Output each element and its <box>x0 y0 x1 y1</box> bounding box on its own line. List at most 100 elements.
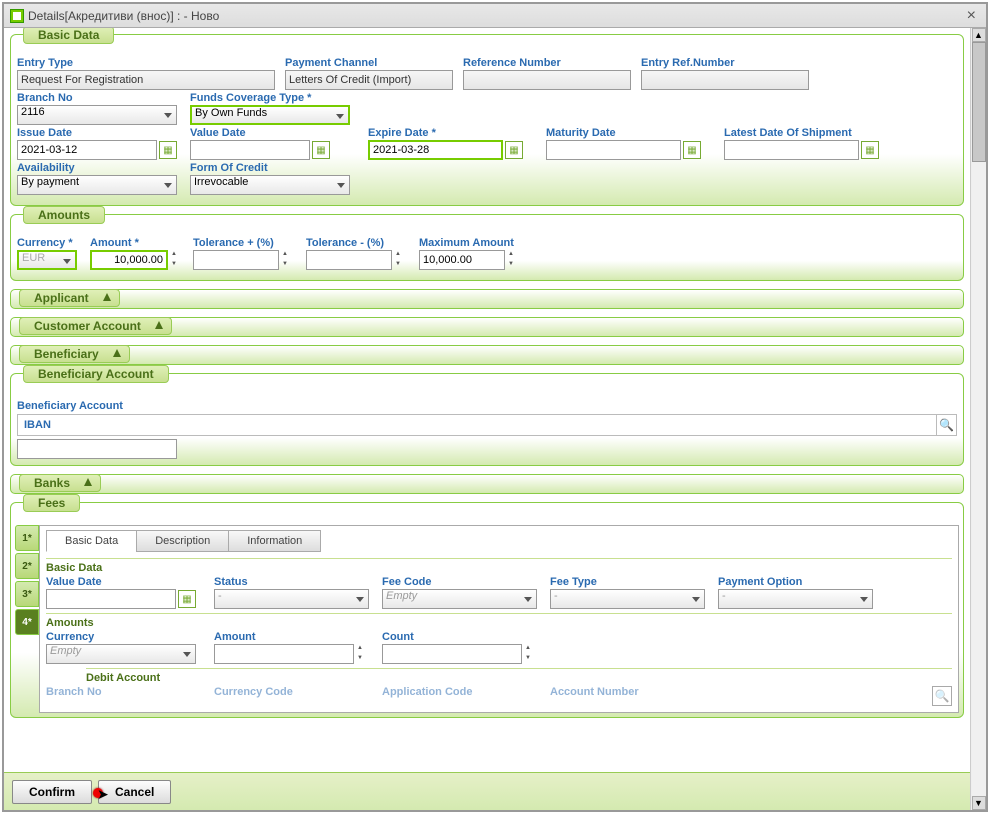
spinner[interactable]: ▲▼ <box>279 250 291 270</box>
fees-basic-hdr: Basic Data <box>46 558 952 574</box>
form-credit-label: Form Of Credit <box>190 162 360 174</box>
pay-opt-label: Payment Option <box>718 576 878 588</box>
fee-amt-input[interactable] <box>214 644 354 664</box>
close-icon[interactable]: × <box>963 7 980 25</box>
maturity-date-label: Maturity Date <box>546 127 716 139</box>
ship-date-input[interactable] <box>724 140 859 160</box>
amounts-fieldset: Amounts Currency * EUR Amount * ▲▼ Toler… <box>10 214 964 281</box>
scroll-thumb[interactable] <box>972 42 986 162</box>
beneficiary-strip[interactable]: Beneficiary <box>10 345 964 365</box>
footer-bar: Confirm Cancel <box>4 772 970 810</box>
amount-label: Amount * <box>90 237 185 249</box>
fee-curr-label: Currency <box>46 631 206 643</box>
ref-num-label: Reference Number <box>463 57 633 69</box>
calendar-icon[interactable]: ▦ <box>861 141 879 159</box>
iban-header-row: IBAN 🔍 <box>17 414 957 436</box>
calendar-icon[interactable]: ▦ <box>683 141 701 159</box>
funds-type-select[interactable]: By Own Funds <box>190 105 350 125</box>
window-title: Details[Акредитиви (внос)] : - Ново <box>28 9 219 23</box>
calendar-icon[interactable]: ▦ <box>312 141 330 159</box>
iban-label: IBAN <box>18 417 57 433</box>
tol-plus-label: Tolerance + (%) <box>193 237 298 249</box>
max-amt-input[interactable] <box>419 250 505 270</box>
benacct-fieldset: Beneficiary Account Beneficiary Account … <box>10 373 964 466</box>
fee-valdate-input[interactable] <box>46 589 176 609</box>
value-date-label: Value Date <box>190 127 360 139</box>
basic-data-legend: Basic Data <box>23 28 114 44</box>
tol-minus-input[interactable] <box>306 250 392 270</box>
fee-curr-select[interactable]: Empty <box>46 644 196 664</box>
expand-icon <box>84 478 92 486</box>
banks-strip[interactable]: Banks <box>10 474 964 494</box>
tol-minus-label: Tolerance - (%) <box>306 237 411 249</box>
custacct-legend: Customer Account <box>19 317 172 335</box>
spinner[interactable]: ▲▼ <box>392 250 404 270</box>
issue-date-label: Issue Date <box>17 127 182 139</box>
calendar-icon[interactable]: ▦ <box>178 590 196 608</box>
currency-label: Currency * <box>17 237 82 249</box>
value-date-input[interactable] <box>190 140 310 160</box>
fees-legend: Fees <box>23 494 80 512</box>
max-amt-label: Maximum Amount <box>419 237 549 249</box>
fee-type-select[interactable]: - <box>550 589 705 609</box>
debit-acct-hdr: Debit Account <box>86 668 952 684</box>
expire-date-label: Expire Date * <box>368 127 538 139</box>
scroll-down-icon[interactable]: ▼ <box>972 796 986 810</box>
amount-spinner[interactable]: ▲▼ <box>168 250 180 270</box>
currency-select[interactable]: EUR <box>17 250 77 270</box>
benacct-legend: Beneficiary Account <box>23 365 169 383</box>
benacct-label: Beneficiary Account <box>17 400 123 412</box>
calendar-icon[interactable]: ▦ <box>505 141 523 159</box>
fee-count-input[interactable] <box>382 644 522 664</box>
fee-code-select[interactable]: Empty <box>382 589 537 609</box>
fee-status-select[interactable]: - <box>214 589 369 609</box>
tol-plus-input[interactable] <box>193 250 279 270</box>
tab-basic-data[interactable]: Basic Data <box>46 530 137 552</box>
applicant-legend: Applicant <box>19 289 120 307</box>
funds-type-label: Funds Coverage Type * <box>190 92 360 104</box>
calendar-icon[interactable]: ▦ <box>159 141 177 159</box>
expand-icon <box>103 293 111 301</box>
applicant-strip[interactable]: Applicant <box>10 289 964 309</box>
expand-icon <box>155 321 163 329</box>
fee-tab-4[interactable]: 4* <box>15 609 39 635</box>
cut-app: Application Code <box>382 686 542 698</box>
expire-date-input[interactable] <box>368 140 503 160</box>
entry-type-label: Entry Type <box>17 57 277 69</box>
payment-channel-label: Payment Channel <box>285 57 455 69</box>
fee-tab-2[interactable]: 2* <box>15 553 39 579</box>
customer-account-strip[interactable]: Customer Account <box>10 317 964 337</box>
amount-input[interactable] <box>90 250 168 270</box>
fees-fieldset: Fees 1* 2* 3* 4* Basic Data Description … <box>10 502 964 718</box>
spinner[interactable]: ▲▼ <box>354 644 366 664</box>
confirm-button[interactable]: Confirm <box>12 780 92 804</box>
pay-opt-select[interactable]: - <box>718 589 873 609</box>
maturity-date-input[interactable] <box>546 140 681 160</box>
cancel-button[interactable]: Cancel <box>98 780 171 804</box>
fee-valdate-label: Value Date <box>46 576 206 588</box>
tab-information[interactable]: Information <box>228 530 321 552</box>
search-icon[interactable]: 🔍 <box>932 686 952 706</box>
fee-tab-1[interactable]: 1* <box>15 525 39 551</box>
beneficiary-legend: Beneficiary <box>19 345 130 363</box>
availability-select[interactable]: By payment <box>17 175 177 195</box>
ship-date-label: Latest Date Of Shipment <box>724 127 894 139</box>
entry-type-value: Request For Registration <box>17 70 275 90</box>
search-icon[interactable]: 🔍 <box>936 415 956 435</box>
fee-code-label: Fee Code <box>382 576 542 588</box>
issue-date-input[interactable] <box>17 140 157 160</box>
spinner[interactable]: ▲▼ <box>522 644 534 664</box>
scroll-up-icon[interactable]: ▲ <box>972 28 986 42</box>
fee-tab-3[interactable]: 3* <box>15 581 39 607</box>
fees-panel: Basic Data Description Information Basic… <box>39 525 959 713</box>
branch-select[interactable]: 2116 <box>17 105 177 125</box>
availability-label: Availability <box>17 162 182 174</box>
form-credit-select[interactable]: Irrevocable <box>190 175 350 195</box>
tab-description[interactable]: Description <box>136 530 229 552</box>
spinner[interactable]: ▲▼ <box>505 250 517 270</box>
iban-input[interactable] <box>17 439 177 459</box>
expand-icon <box>113 349 121 357</box>
window-frame: Details[Акредитиви (внос)] : - Ново × Ba… <box>2 2 988 812</box>
vertical-scrollbar[interactable]: ▲ ▼ <box>970 28 986 810</box>
fee-amt-label: Amount <box>214 631 374 643</box>
